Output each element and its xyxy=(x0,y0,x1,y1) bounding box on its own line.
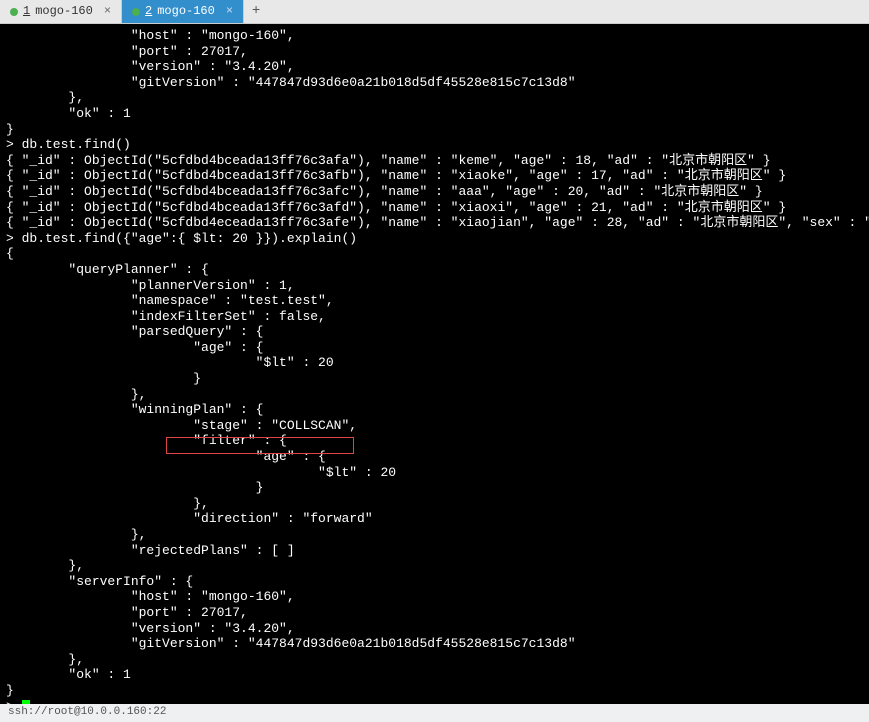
terminal-line: "direction" : "forward" xyxy=(6,511,863,527)
terminal-line: } xyxy=(6,683,863,699)
terminal-line: "serverInfo" : { xyxy=(6,574,863,590)
terminal-line: "winningPlan" : { xyxy=(6,402,863,418)
terminal-line: }, xyxy=(6,496,863,512)
status-bar: ssh://root@10.0.0.160:22 xyxy=(0,704,869,722)
close-icon[interactable]: × xyxy=(104,4,111,18)
terminal-line: "host" : "mongo-160", xyxy=(6,28,863,44)
terminal-line: "filter" : { xyxy=(6,433,863,449)
terminal-line: }, xyxy=(6,90,863,106)
add-tab-button[interactable]: + xyxy=(244,0,268,23)
tab-bar: 1 mogo-160 × 2 mogo-160 × + xyxy=(0,0,869,24)
terminal-prompt-line: > xyxy=(6,699,863,704)
terminal-line: { "_id" : ObjectId("5cfdbd4eceada13ff76c… xyxy=(6,215,863,231)
terminal-line: } xyxy=(6,371,863,387)
terminal-line: "$lt" : 20 xyxy=(6,465,863,481)
terminal-line: "$lt" : 20 xyxy=(6,355,863,371)
terminal-line: }, xyxy=(6,527,863,543)
terminal-line: }, xyxy=(6,558,863,574)
tab-label: mogo-160 xyxy=(35,4,93,18)
tab-2[interactable]: 2 mogo-160 × xyxy=(122,0,244,23)
terminal-line: "ok" : 1 xyxy=(6,106,863,122)
terminal-line: { "_id" : ObjectId("5cfdbd4bceada13ff76c… xyxy=(6,184,863,200)
terminal[interactable]: "host" : "mongo-160", "port" : 27017, "v… xyxy=(0,24,869,704)
terminal-line: > db.test.find() xyxy=(6,137,863,153)
terminal-line: "parsedQuery" : { xyxy=(6,324,863,340)
connection-info: ssh://root@10.0.0.160:22 xyxy=(8,706,166,718)
terminal-line: "rejectedPlans" : [ ] xyxy=(6,543,863,559)
tab-1[interactable]: 1 mogo-160 × xyxy=(0,0,122,23)
terminal-line: "stage" : "COLLSCAN", xyxy=(6,418,863,434)
terminal-line: { "_id" : ObjectId("5cfdbd4bceada13ff76c… xyxy=(6,200,863,216)
status-dot-icon xyxy=(132,8,140,16)
tab-number: 2 xyxy=(145,4,152,18)
terminal-line: } xyxy=(6,122,863,138)
cursor-icon xyxy=(22,700,30,704)
terminal-line: "gitVersion" : "447847d93d6e0a21b018d5df… xyxy=(6,636,863,652)
terminal-line: "gitVersion" : "447847d93d6e0a21b018d5df… xyxy=(6,75,863,91)
terminal-line: > db.test.find({"age":{ $lt: 20 }}).expl… xyxy=(6,231,863,247)
terminal-line: "queryPlanner" : { xyxy=(6,262,863,278)
terminal-line: "plannerVersion" : 1, xyxy=(6,278,863,294)
terminal-line: }, xyxy=(6,387,863,403)
terminal-line: "indexFilterSet" : false, xyxy=(6,309,863,325)
terminal-line: "age" : { xyxy=(6,449,863,465)
terminal-line: "age" : { xyxy=(6,340,863,356)
terminal-line: } xyxy=(6,480,863,496)
terminal-line: { "_id" : ObjectId("5cfdbd4bceada13ff76c… xyxy=(6,153,863,169)
terminal-line: { xyxy=(6,246,863,262)
terminal-line: "version" : "3.4.20", xyxy=(6,621,863,637)
tab-number: 1 xyxy=(23,4,30,18)
terminal-line: "port" : 27017, xyxy=(6,44,863,60)
terminal-line: }, xyxy=(6,652,863,668)
close-icon[interactable]: × xyxy=(226,4,233,18)
tab-label: mogo-160 xyxy=(157,4,215,18)
status-dot-icon xyxy=(10,8,18,16)
terminal-line: "ok" : 1 xyxy=(6,667,863,683)
terminal-line: "port" : 27017, xyxy=(6,605,863,621)
terminal-line: "version" : "3.4.20", xyxy=(6,59,863,75)
terminal-line: "namespace" : "test.test", xyxy=(6,293,863,309)
terminal-line: { "_id" : ObjectId("5cfdbd4bceada13ff76c… xyxy=(6,168,863,184)
terminal-line: "host" : "mongo-160", xyxy=(6,589,863,605)
